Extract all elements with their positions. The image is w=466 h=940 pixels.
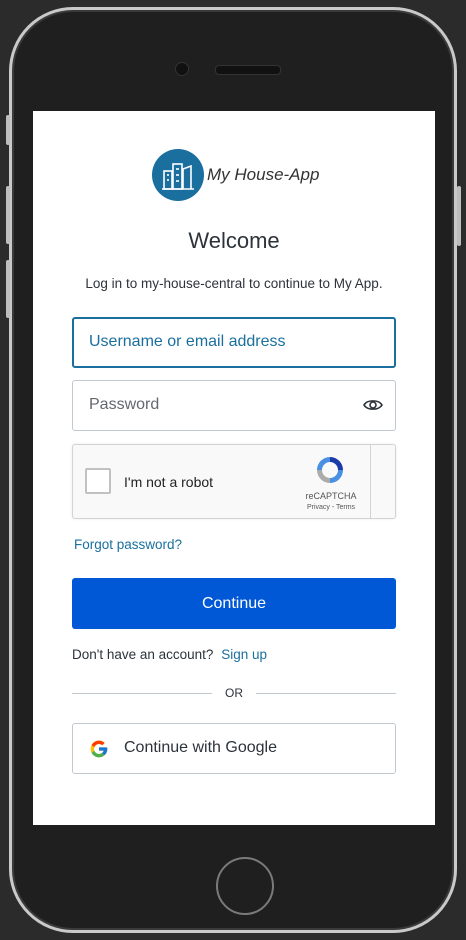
recaptcha-brand: reCAPTCHA xyxy=(305,491,357,501)
mute-switch xyxy=(6,115,10,145)
recaptcha-body: I'm not a robot reCAPTCHA Privacy - Term… xyxy=(73,445,371,518)
recaptcha-checkbox[interactable] xyxy=(85,468,111,494)
no-account-text: Don't have an account? xyxy=(72,647,214,662)
power-button xyxy=(457,186,461,246)
page-title: Welcome xyxy=(188,228,280,253)
google-icon xyxy=(89,739,109,764)
google-login-button[interactable]: Continue with Google xyxy=(72,723,396,774)
app-name: My House-App xyxy=(207,165,320,184)
recaptcha-label: I'm not a robot xyxy=(124,474,214,490)
password-field[interactable]: Password xyxy=(72,380,396,431)
signup-link[interactable]: Sign up xyxy=(221,647,267,662)
signup-row: Don't have an account? Sign up xyxy=(72,647,267,662)
front-camera xyxy=(175,62,189,76)
speaker-grille xyxy=(215,65,281,75)
continue-button[interactable]: Continue xyxy=(72,578,396,629)
login-screen: My House-App Welcome Log in to my-house-… xyxy=(33,111,435,825)
recaptcha-widget: I'm not a robot reCAPTCHA Privacy - Term… xyxy=(72,444,396,519)
home-button[interactable] xyxy=(216,857,274,915)
volume-up-button xyxy=(6,186,10,244)
app-logo: My House-App xyxy=(152,149,319,201)
password-placeholder: Password xyxy=(89,396,160,413)
eye-icon[interactable] xyxy=(363,397,383,418)
divider-right xyxy=(256,693,396,694)
google-button-label: Continue with Google xyxy=(124,739,277,756)
forgot-password-link[interactable]: Forgot password? xyxy=(74,537,182,552)
login-subtitle: Log in to my-house-central to continue t… xyxy=(85,276,383,291)
recaptcha-icon xyxy=(314,454,346,491)
building-icon xyxy=(152,149,204,201)
username-field[interactable]: Username or email address xyxy=(72,317,396,368)
recaptcha-links[interactable]: Privacy - Terms xyxy=(291,504,371,511)
username-placeholder: Username or email address xyxy=(89,333,286,350)
volume-down-button xyxy=(6,260,10,318)
